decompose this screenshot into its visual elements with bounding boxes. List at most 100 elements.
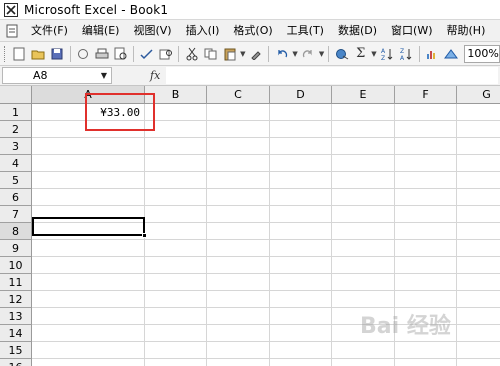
cell-b5[interactable] [145, 172, 207, 189]
cell-c9[interactable] [207, 240, 270, 257]
cell-g4[interactable] [457, 155, 500, 172]
cell-d11[interactable] [270, 274, 332, 291]
cell-d7[interactable] [270, 206, 332, 223]
sort-ascending-icon[interactable]: AZ [379, 45, 396, 63]
cell-c7[interactable] [207, 206, 270, 223]
cell-a15[interactable] [32, 342, 145, 359]
cell-f6[interactable] [395, 189, 457, 206]
cell-c12[interactable] [207, 291, 270, 308]
cell-f1[interactable] [395, 104, 457, 121]
formula-input[interactable] [166, 67, 498, 84]
cell-c10[interactable] [207, 257, 270, 274]
cut-icon[interactable] [183, 45, 200, 63]
cell-d5[interactable] [270, 172, 332, 189]
cell-b8[interactable] [145, 223, 207, 240]
cell-g14[interactable] [457, 325, 500, 342]
fill-handle[interactable] [142, 233, 147, 238]
row-header-9[interactable]: 9 [0, 240, 32, 257]
cell-b12[interactable] [145, 291, 207, 308]
cell-a14[interactable] [32, 325, 145, 342]
cell-g6[interactable] [457, 189, 500, 206]
row-header-15[interactable]: 15 [0, 342, 32, 359]
print-preview-icon[interactable] [113, 45, 130, 63]
cell-c4[interactable] [207, 155, 270, 172]
autosum-icon[interactable]: Σ [352, 45, 369, 63]
cell-g7[interactable] [457, 206, 500, 223]
cell-d13[interactable] [270, 308, 332, 325]
menu-data[interactable]: 数据(D) [331, 20, 384, 42]
research-icon[interactable] [157, 45, 174, 63]
name-box-dropdown-icon[interactable]: ▼ [101, 71, 107, 80]
cell-d1[interactable] [270, 104, 332, 121]
name-box[interactable]: A8 ▼ [2, 67, 112, 84]
cell-c15[interactable] [207, 342, 270, 359]
cell-e11[interactable] [332, 274, 395, 291]
cell-g11[interactable] [457, 274, 500, 291]
cell-f7[interactable] [395, 206, 457, 223]
paste-icon[interactable] [221, 45, 238, 63]
cell-a13[interactable] [32, 308, 145, 325]
zoom-select[interactable]: 100% [464, 44, 500, 63]
permission-icon[interactable] [75, 45, 92, 63]
cell-a10[interactable] [32, 257, 145, 274]
cell-e15[interactable] [332, 342, 395, 359]
cell-g5[interactable] [457, 172, 500, 189]
insert-function-icon[interactable]: fx [150, 69, 160, 82]
cell-d9[interactable] [270, 240, 332, 257]
redo-dropdown-icon[interactable]: ▼ [318, 50, 326, 58]
cell-f2[interactable] [395, 121, 457, 138]
row-header-2[interactable]: 2 [0, 121, 32, 138]
cell-b10[interactable] [145, 257, 207, 274]
cell-b6[interactable] [145, 189, 207, 206]
menu-file[interactable]: 文件(F) [24, 20, 75, 42]
menu-view[interactable]: 视图(V) [126, 20, 178, 42]
cell-f4[interactable] [395, 155, 457, 172]
redo-icon[interactable] [300, 45, 317, 63]
cell-d16[interactable] [270, 359, 332, 366]
row-header-4[interactable]: 4 [0, 155, 32, 172]
cell-f11[interactable] [395, 274, 457, 291]
cell-b16[interactable] [145, 359, 207, 366]
paste-dropdown-icon[interactable]: ▼ [239, 50, 247, 58]
column-header-d[interactable]: D [270, 86, 332, 104]
format-painter-icon[interactable] [248, 45, 265, 63]
cell-a5[interactable] [32, 172, 145, 189]
cell-a3[interactable] [32, 138, 145, 155]
cell-d2[interactable] [270, 121, 332, 138]
chart-wizard-icon[interactable] [424, 45, 441, 63]
cell-e16[interactable] [332, 359, 395, 366]
cell-d6[interactable] [270, 189, 332, 206]
select-all-corner[interactable] [0, 86, 32, 104]
open-icon[interactable] [30, 45, 47, 63]
cell-g8[interactable] [457, 223, 500, 240]
menu-format[interactable]: 格式(O) [226, 20, 279, 42]
cell-e4[interactable] [332, 155, 395, 172]
cell-d3[interactable] [270, 138, 332, 155]
cell-e2[interactable] [332, 121, 395, 138]
row-header-16[interactable]: 16 [0, 359, 32, 366]
undo-dropdown-icon[interactable]: ▼ [291, 50, 299, 58]
cell-g12[interactable] [457, 291, 500, 308]
cell-g9[interactable] [457, 240, 500, 257]
cell-f9[interactable] [395, 240, 457, 257]
cell-b3[interactable] [145, 138, 207, 155]
cell-c3[interactable] [207, 138, 270, 155]
cell-f5[interactable] [395, 172, 457, 189]
cell-e7[interactable] [332, 206, 395, 223]
cell-d14[interactable] [270, 325, 332, 342]
row-header-1[interactable]: 1 [0, 104, 32, 121]
cell-c13[interactable] [207, 308, 270, 325]
column-header-c[interactable]: C [207, 86, 270, 104]
cell-d12[interactable] [270, 291, 332, 308]
cell-g16[interactable] [457, 359, 500, 366]
new-icon[interactable] [11, 45, 28, 63]
cell-f3[interactable] [395, 138, 457, 155]
cell-b7[interactable] [145, 206, 207, 223]
row-header-13[interactable]: 13 [0, 308, 32, 325]
autosum-dropdown-icon[interactable]: ▼ [370, 50, 378, 58]
cell-f16[interactable] [395, 359, 457, 366]
row-header-6[interactable]: 6 [0, 189, 32, 206]
column-header-e[interactable]: E [332, 86, 395, 104]
menu-tools[interactable]: 工具(T) [280, 20, 331, 42]
menu-insert[interactable]: 插入(I) [179, 20, 227, 42]
